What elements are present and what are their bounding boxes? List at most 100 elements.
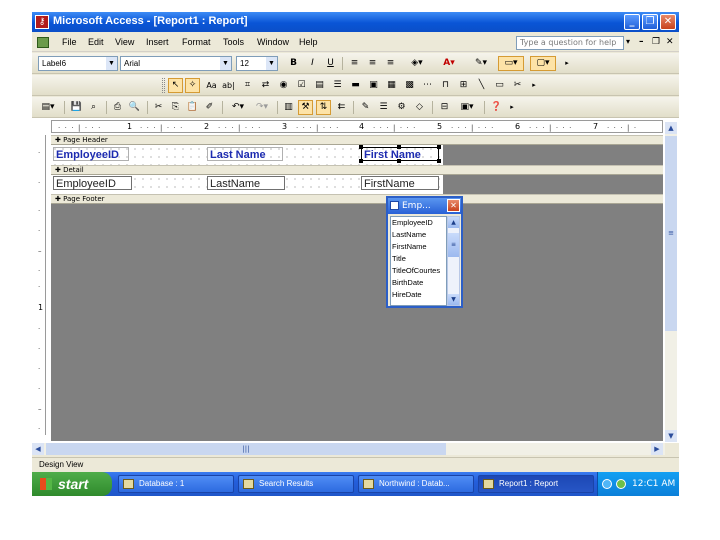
more-controls-icon[interactable]: ✂: [510, 78, 525, 93]
subreport-icon[interactable]: ⊞: [456, 78, 471, 93]
copy-icon[interactable]: ⎘: [168, 100, 183, 115]
employeeid-label[interactable]: EmployeeID: [53, 147, 129, 161]
scroll-thumb[interactable]: ≡: [665, 136, 677, 331]
search-icon[interactable]: ⌕: [86, 100, 101, 115]
select-icon[interactable]: ↖: [168, 78, 183, 93]
taskbar-item-search[interactable]: Search Results: [238, 475, 354, 493]
checkbox-icon[interactable]: ☑: [294, 78, 309, 93]
field-item[interactable]: BirthDate: [391, 277, 446, 289]
cut-icon[interactable]: ✂: [151, 100, 166, 115]
field-item[interactable]: FirstName: [391, 241, 446, 253]
field-list-window[interactable]: Emp... ✕ EmployeeID LastName FirstName T…: [386, 196, 463, 308]
toolbar-options-icon[interactable]: ▸: [508, 100, 516, 115]
listbox-icon[interactable]: ☰: [330, 78, 345, 93]
ask-dropdown-arrow[interactable]: ▾: [626, 37, 630, 46]
menu-tools[interactable]: Tools: [223, 37, 244, 47]
toolbar-options-icon[interactable]: ▸: [530, 78, 538, 93]
special-effect-icon[interactable]: ▢▾: [530, 56, 556, 71]
resize-handle[interactable]: [359, 159, 363, 163]
combo-icon[interactable]: ▤: [312, 78, 327, 93]
firstname-textbox[interactable]: FirstName: [361, 176, 439, 190]
object-combo[interactable]: Label6 ▼: [38, 56, 118, 71]
taskbar-item-northwind[interactable]: Northwind : Datab...: [358, 475, 474, 493]
field-list-title-bar[interactable]: Emp... ✕: [388, 198, 461, 214]
help-icon[interactable]: ❓: [489, 100, 504, 115]
save-icon[interactable]: 💾: [69, 100, 84, 115]
italic-button[interactable]: I: [305, 56, 320, 71]
page-header-section-bar[interactable]: ✚ Page Header: [51, 135, 663, 145]
lastname-textbox[interactable]: LastName: [207, 176, 285, 190]
toolbar-grip[interactable]: [162, 78, 165, 93]
command-icon[interactable]: ▬: [348, 78, 363, 93]
field-item[interactable]: LastName: [391, 229, 446, 241]
restore-button[interactable]: ❐: [642, 14, 658, 30]
toggle-icon[interactable]: ⇄: [258, 78, 273, 93]
security-icon[interactable]: [616, 479, 626, 489]
redo-icon[interactable]: ↷▾: [251, 100, 273, 115]
bound-frame-icon[interactable]: ▩: [402, 78, 417, 93]
rectangle-icon[interactable]: ▭: [492, 78, 507, 93]
tab-control-icon[interactable]: ⊓: [438, 78, 453, 93]
scroll-up-icon[interactable]: ▲: [448, 217, 459, 228]
new-object-icon[interactable]: ⊟: [437, 100, 452, 115]
option-button-icon[interactable]: ◉: [276, 78, 291, 93]
scroll-thumb[interactable]: ≡: [448, 233, 459, 257]
underline-button[interactable]: U: [323, 56, 338, 71]
menu-help[interactable]: Help: [299, 37, 318, 47]
detail-section-bar[interactable]: ✚ Detail: [51, 165, 663, 175]
undo-icon[interactable]: ↶▾: [227, 100, 249, 115]
chevron-down-icon[interactable]: ▼: [220, 57, 231, 70]
field-list-scrollbar[interactable]: ▲ ≡ ▼: [447, 216, 460, 306]
view-icon[interactable]: ▤▾: [36, 100, 60, 115]
clock[interactable]: 12:C1 AM: [632, 472, 675, 496]
scroll-right-icon[interactable]: ▶: [651, 443, 663, 455]
font-color-icon[interactable]: A▾: [436, 56, 462, 71]
minimize-button[interactable]: _: [624, 14, 640, 30]
code-icon[interactable]: ✎: [358, 100, 373, 115]
scroll-left-icon[interactable]: ◀: [32, 443, 44, 455]
option-group-icon[interactable]: ⌗: [240, 78, 255, 93]
menu-edit[interactable]: Edit: [88, 37, 104, 47]
font-size-combo[interactable]: 12 ▼: [236, 56, 278, 71]
print-icon[interactable]: ⎙: [110, 100, 125, 115]
new-object-dropdown-icon[interactable]: ▣▾: [455, 100, 479, 115]
report-doc-icon[interactable]: [37, 37, 49, 48]
page-header-band[interactable]: EmployeeID Last Name First Name: [51, 145, 663, 165]
align-right-icon[interactable]: ≡: [383, 56, 398, 71]
chevron-down-icon[interactable]: ▼: [106, 57, 117, 70]
toolbar-options-icon[interactable]: ▸: [563, 56, 571, 71]
menu-view[interactable]: View: [115, 37, 134, 47]
unbound-frame-icon[interactable]: ▦: [384, 78, 399, 93]
menu-insert[interactable]: Insert: [146, 37, 169, 47]
last-name-label[interactable]: Last Name: [207, 147, 283, 161]
detail-band[interactable]: EmployeeID LastName FirstName: [51, 175, 663, 194]
ask-question-input[interactable]: Type a question for help: [516, 36, 624, 50]
print-preview-icon[interactable]: 🔍: [127, 100, 142, 115]
field-list-icon[interactable]: ▥: [281, 100, 296, 115]
scroll-thumb[interactable]: |||: [46, 443, 446, 455]
close-icon[interactable]: ✕: [447, 199, 460, 212]
resize-handle[interactable]: [397, 145, 401, 149]
line-color-icon[interactable]: ✎▾: [468, 56, 494, 71]
wizard-icon[interactable]: ✧: [185, 78, 200, 93]
resize-handle[interactable]: [359, 145, 363, 149]
resize-handle[interactable]: [397, 159, 401, 163]
employeeid-textbox[interactable]: EmployeeID: [53, 176, 132, 190]
start-button[interactable]: start: [32, 472, 112, 496]
page-footer-section-bar[interactable]: ✚ Page Footer: [51, 194, 663, 204]
vertical-ruler[interactable]: · · · · – · · 1 · · · · – ·: [34, 135, 46, 435]
taskbar-item-database[interactable]: Database : 1: [118, 475, 234, 493]
format-painter-icon[interactable]: ✐: [202, 100, 217, 115]
field-item[interactable]: EmployeeID: [391, 217, 446, 229]
align-left-icon[interactable]: ≡: [347, 56, 362, 71]
build-icon[interactable]: ⚙: [394, 100, 409, 115]
mdi-minimize-button[interactable]: –: [639, 37, 644, 47]
menu-window[interactable]: Window: [257, 37, 289, 47]
access-key-icon[interactable]: ⚷: [35, 15, 49, 29]
resize-handle[interactable]: [437, 145, 441, 149]
database-window-icon[interactable]: ◇: [412, 100, 427, 115]
horizontal-scrollbar[interactable]: ◀ ||| ▶: [32, 443, 665, 455]
scroll-down-icon[interactable]: ▼: [665, 430, 677, 442]
properties-icon[interactable]: ☰: [376, 100, 391, 115]
image-icon[interactable]: ▣: [366, 78, 381, 93]
